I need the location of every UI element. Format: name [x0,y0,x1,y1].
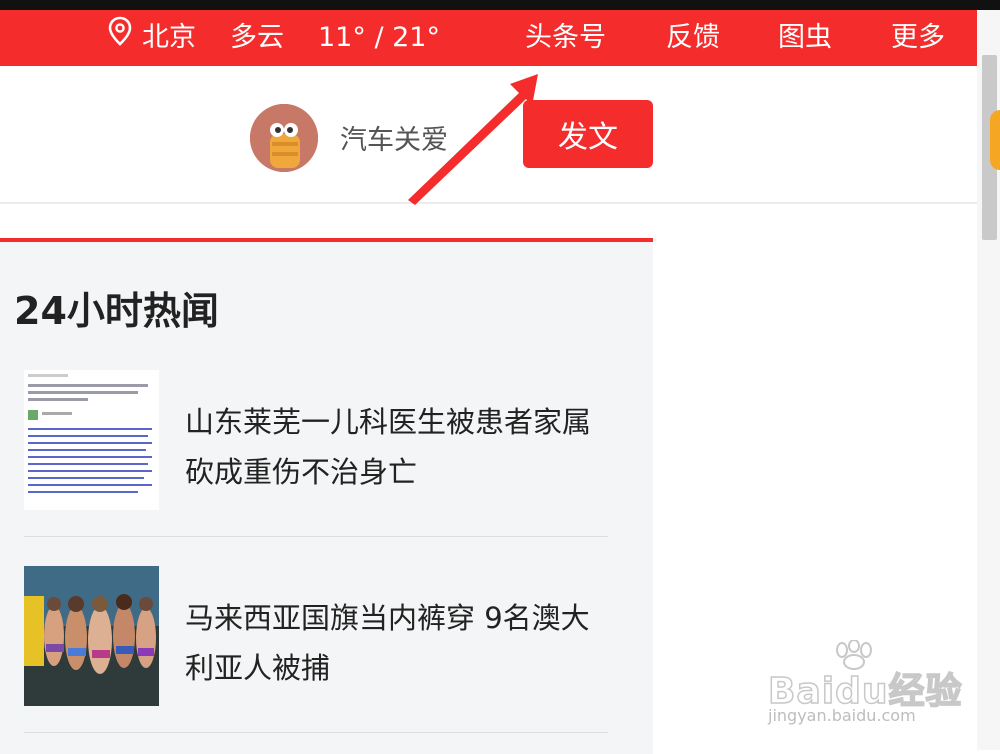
weather-text: 多云 [230,22,284,53]
news-thumbnail-image [24,566,159,706]
city-name[interactable]: 北京 [142,18,196,58]
window-top-edge [0,0,1000,10]
nav-link-toutiaohao[interactable]: 头条号 [525,18,606,58]
nav-link-feedback[interactable]: 反馈 [666,18,720,58]
news-thumbnail[interactable] [24,370,159,510]
news-thumbnail[interactable] [24,566,159,706]
avatar[interactable] [250,104,318,172]
divider [24,536,608,537]
baidu-jingyan-watermark: Baidu经验 jingyan.baidu.com [767,640,962,730]
news-title[interactable]: 马来西亚国旗当内裤穿 9名澳大利亚人被捕 [185,593,615,693]
divider [24,732,608,733]
panel-title: 24小时热闻 [14,289,219,333]
user-header: 汽车关爱 发文 [0,66,977,204]
top-nav-bar: 北京 多云 11° / 21° 头条号 反馈 图虫 更多 [0,10,977,66]
hot-news-panel: 24小时热闻 山东莱芜一儿科医生被患者家属砍成重伤不治身亡 马来西亚国旗当内裤穿… [0,238,653,754]
news-thumbnail-image [24,370,159,510]
news-item[interactable]: 马来西亚国旗当内裤穿 9名澳大利亚人被捕 [24,566,608,706]
avatar-image [250,104,318,172]
news-item[interactable]: 山东莱芜一儿科医生被患者家属砍成重伤不治身亡 [24,370,608,510]
nav-link-more[interactable]: 更多 [891,18,945,58]
username[interactable]: 汽车关爱 [340,118,448,157]
nav-link-tuchong[interactable]: 图虫 [778,18,832,58]
news-title[interactable]: 山东莱芜一儿科医生被患者家属砍成重伤不治身亡 [185,397,615,497]
watermark-url: jingyan.baidu.com [768,706,916,725]
post-button[interactable]: 发文 [523,100,653,168]
temperature-range: 11° / 21° [318,22,440,53]
location-pin-icon [108,16,132,46]
side-float-button[interactable] [990,110,1000,170]
